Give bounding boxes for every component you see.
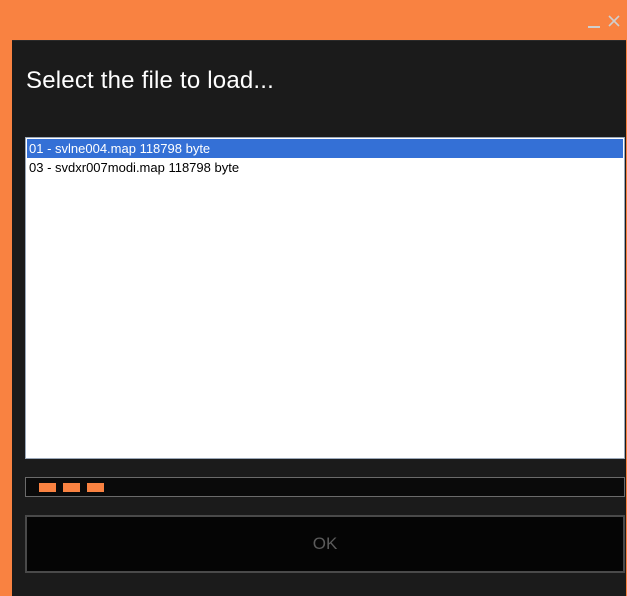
progress-block [87,483,104,492]
progress-block [63,483,80,492]
progress-block [39,483,56,492]
file-list[interactable]: 01 - svlne004.map 118798 byte 03 - svdxr… [25,137,625,459]
file-list-item[interactable]: 03 - svdxr007modi.map 118798 byte [27,158,623,177]
file-list-item[interactable]: 01 - svlne004.map 118798 byte [27,139,623,158]
close-button[interactable] [605,10,623,32]
dialog-body: Select the file to load... 01 - svlne004… [12,40,626,596]
progress-indicator [25,477,625,497]
close-icon [608,15,620,27]
minimize-icon [588,26,600,28]
ok-button[interactable]: OK [25,515,625,573]
dialog-heading: Select the file to load... [26,67,275,94]
title-bar[interactable] [0,0,627,40]
load-file-dialog: Select the file to load... 01 - svlne004… [0,0,627,596]
minimize-button[interactable] [586,10,602,32]
